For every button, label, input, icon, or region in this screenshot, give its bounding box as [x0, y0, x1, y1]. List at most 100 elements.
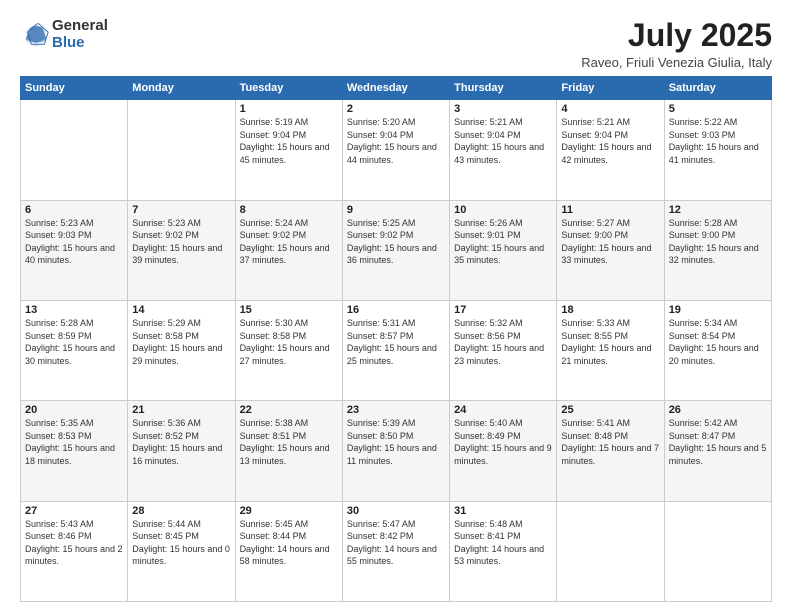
day-info: Sunrise: 5:28 AM Sunset: 8:59 PM Dayligh… [25, 317, 123, 367]
calendar-cell: 13Sunrise: 5:28 AM Sunset: 8:59 PM Dayli… [21, 300, 128, 400]
calendar-cell [21, 100, 128, 200]
header: General Blue July 2025 Raveo, Friuli Ven… [20, 18, 772, 70]
day-info: Sunrise: 5:26 AM Sunset: 9:01 PM Dayligh… [454, 217, 552, 267]
day-number: 26 [669, 404, 767, 416]
calendar-cell: 10Sunrise: 5:26 AM Sunset: 9:01 PM Dayli… [450, 200, 557, 300]
day-info: Sunrise: 5:39 AM Sunset: 8:50 PM Dayligh… [347, 417, 445, 467]
day-number: 17 [454, 304, 552, 316]
day-info: Sunrise: 5:35 AM Sunset: 8:53 PM Dayligh… [25, 417, 123, 467]
day-info: Sunrise: 5:19 AM Sunset: 9:04 PM Dayligh… [240, 116, 338, 166]
calendar-cell: 23Sunrise: 5:39 AM Sunset: 8:50 PM Dayli… [342, 401, 449, 501]
calendar-cell: 30Sunrise: 5:47 AM Sunset: 8:42 PM Dayli… [342, 501, 449, 601]
calendar-cell [664, 501, 771, 601]
day-number: 28 [132, 505, 230, 517]
day-info: Sunrise: 5:25 AM Sunset: 9:02 PM Dayligh… [347, 217, 445, 267]
day-number: 14 [132, 304, 230, 316]
day-info: Sunrise: 5:28 AM Sunset: 9:00 PM Dayligh… [669, 217, 767, 267]
day-info: Sunrise: 5:43 AM Sunset: 8:46 PM Dayligh… [25, 518, 123, 568]
calendar-cell: 18Sunrise: 5:33 AM Sunset: 8:55 PM Dayli… [557, 300, 664, 400]
day-number: 11 [561, 204, 659, 216]
day-info: Sunrise: 5:22 AM Sunset: 9:03 PM Dayligh… [669, 116, 767, 166]
logo: General Blue [20, 18, 108, 51]
day-info: Sunrise: 5:24 AM Sunset: 9:02 PM Dayligh… [240, 217, 338, 267]
calendar-cell [128, 100, 235, 200]
calendar-cell: 12Sunrise: 5:28 AM Sunset: 9:00 PM Dayli… [664, 200, 771, 300]
day-number: 6 [25, 204, 123, 216]
day-info: Sunrise: 5:36 AM Sunset: 8:52 PM Dayligh… [132, 417, 230, 467]
calendar-cell: 17Sunrise: 5:32 AM Sunset: 8:56 PM Dayli… [450, 300, 557, 400]
day-info: Sunrise: 5:29 AM Sunset: 8:58 PM Dayligh… [132, 317, 230, 367]
calendar-cell: 11Sunrise: 5:27 AM Sunset: 9:00 PM Dayli… [557, 200, 664, 300]
calendar-week-3: 13Sunrise: 5:28 AM Sunset: 8:59 PM Dayli… [21, 300, 772, 400]
day-info: Sunrise: 5:23 AM Sunset: 9:03 PM Dayligh… [25, 217, 123, 267]
day-info: Sunrise: 5:20 AM Sunset: 9:04 PM Dayligh… [347, 116, 445, 166]
calendar-cell: 9Sunrise: 5:25 AM Sunset: 9:02 PM Daylig… [342, 200, 449, 300]
calendar-cell: 21Sunrise: 5:36 AM Sunset: 8:52 PM Dayli… [128, 401, 235, 501]
day-info: Sunrise: 5:41 AM Sunset: 8:48 PM Dayligh… [561, 417, 659, 467]
day-number: 29 [240, 505, 338, 517]
calendar-week-5: 27Sunrise: 5:43 AM Sunset: 8:46 PM Dayli… [21, 501, 772, 601]
day-info: Sunrise: 5:21 AM Sunset: 9:04 PM Dayligh… [454, 116, 552, 166]
calendar-cell: 26Sunrise: 5:42 AM Sunset: 8:47 PM Dayli… [664, 401, 771, 501]
col-monday: Monday [128, 77, 235, 100]
day-number: 30 [347, 505, 445, 517]
calendar-cell: 28Sunrise: 5:44 AM Sunset: 8:45 PM Dayli… [128, 501, 235, 601]
day-number: 22 [240, 404, 338, 416]
day-info: Sunrise: 5:27 AM Sunset: 9:00 PM Dayligh… [561, 217, 659, 267]
col-tuesday: Tuesday [235, 77, 342, 100]
col-friday: Friday [557, 77, 664, 100]
logo-text: General Blue [52, 18, 108, 51]
calendar-cell: 29Sunrise: 5:45 AM Sunset: 8:44 PM Dayli… [235, 501, 342, 601]
day-number: 31 [454, 505, 552, 517]
calendar-cell: 1Sunrise: 5:19 AM Sunset: 9:04 PM Daylig… [235, 100, 342, 200]
day-info: Sunrise: 5:38 AM Sunset: 8:51 PM Dayligh… [240, 417, 338, 467]
day-number: 3 [454, 103, 552, 115]
day-number: 16 [347, 304, 445, 316]
calendar-cell: 14Sunrise: 5:29 AM Sunset: 8:58 PM Dayli… [128, 300, 235, 400]
calendar-week-4: 20Sunrise: 5:35 AM Sunset: 8:53 PM Dayli… [21, 401, 772, 501]
calendar-cell: 8Sunrise: 5:24 AM Sunset: 9:02 PM Daylig… [235, 200, 342, 300]
calendar-cell: 15Sunrise: 5:30 AM Sunset: 8:58 PM Dayli… [235, 300, 342, 400]
day-number: 19 [669, 304, 767, 316]
day-number: 24 [454, 404, 552, 416]
day-info: Sunrise: 5:33 AM Sunset: 8:55 PM Dayligh… [561, 317, 659, 367]
day-info: Sunrise: 5:23 AM Sunset: 9:02 PM Dayligh… [132, 217, 230, 267]
col-sunday: Sunday [21, 77, 128, 100]
calendar-cell: 6Sunrise: 5:23 AM Sunset: 9:03 PM Daylig… [21, 200, 128, 300]
day-number: 4 [561, 103, 659, 115]
location: Raveo, Friuli Venezia Giulia, Italy [581, 55, 772, 70]
calendar-cell: 16Sunrise: 5:31 AM Sunset: 8:57 PM Dayli… [342, 300, 449, 400]
day-number: 1 [240, 103, 338, 115]
day-number: 10 [454, 204, 552, 216]
day-info: Sunrise: 5:47 AM Sunset: 8:42 PM Dayligh… [347, 518, 445, 568]
day-info: Sunrise: 5:34 AM Sunset: 8:54 PM Dayligh… [669, 317, 767, 367]
calendar-cell: 24Sunrise: 5:40 AM Sunset: 8:49 PM Dayli… [450, 401, 557, 501]
calendar-cell: 25Sunrise: 5:41 AM Sunset: 8:48 PM Dayli… [557, 401, 664, 501]
day-number: 27 [25, 505, 123, 517]
calendar-cell: 27Sunrise: 5:43 AM Sunset: 8:46 PM Dayli… [21, 501, 128, 601]
calendar: Sunday Monday Tuesday Wednesday Thursday… [20, 76, 772, 602]
calendar-cell: 5Sunrise: 5:22 AM Sunset: 9:03 PM Daylig… [664, 100, 771, 200]
logo-blue: Blue [52, 35, 108, 52]
col-saturday: Saturday [664, 77, 771, 100]
logo-general: General [52, 18, 108, 35]
day-info: Sunrise: 5:40 AM Sunset: 8:49 PM Dayligh… [454, 417, 552, 467]
col-thursday: Thursday [450, 77, 557, 100]
calendar-header-row: Sunday Monday Tuesday Wednesday Thursday… [21, 77, 772, 100]
day-number: 9 [347, 204, 445, 216]
page: General Blue July 2025 Raveo, Friuli Ven… [0, 0, 792, 612]
calendar-cell: 2Sunrise: 5:20 AM Sunset: 9:04 PM Daylig… [342, 100, 449, 200]
calendar-week-1: 1Sunrise: 5:19 AM Sunset: 9:04 PM Daylig… [21, 100, 772, 200]
day-number: 18 [561, 304, 659, 316]
day-number: 21 [132, 404, 230, 416]
calendar-cell: 4Sunrise: 5:21 AM Sunset: 9:04 PM Daylig… [557, 100, 664, 200]
day-info: Sunrise: 5:31 AM Sunset: 8:57 PM Dayligh… [347, 317, 445, 367]
day-info: Sunrise: 5:30 AM Sunset: 8:58 PM Dayligh… [240, 317, 338, 367]
calendar-cell: 20Sunrise: 5:35 AM Sunset: 8:53 PM Dayli… [21, 401, 128, 501]
calendar-cell: 22Sunrise: 5:38 AM Sunset: 8:51 PM Dayli… [235, 401, 342, 501]
day-info: Sunrise: 5:42 AM Sunset: 8:47 PM Dayligh… [669, 417, 767, 467]
day-number: 15 [240, 304, 338, 316]
calendar-cell: 31Sunrise: 5:48 AM Sunset: 8:41 PM Dayli… [450, 501, 557, 601]
calendar-week-2: 6Sunrise: 5:23 AM Sunset: 9:03 PM Daylig… [21, 200, 772, 300]
title-block: July 2025 Raveo, Friuli Venezia Giulia, … [581, 18, 772, 70]
